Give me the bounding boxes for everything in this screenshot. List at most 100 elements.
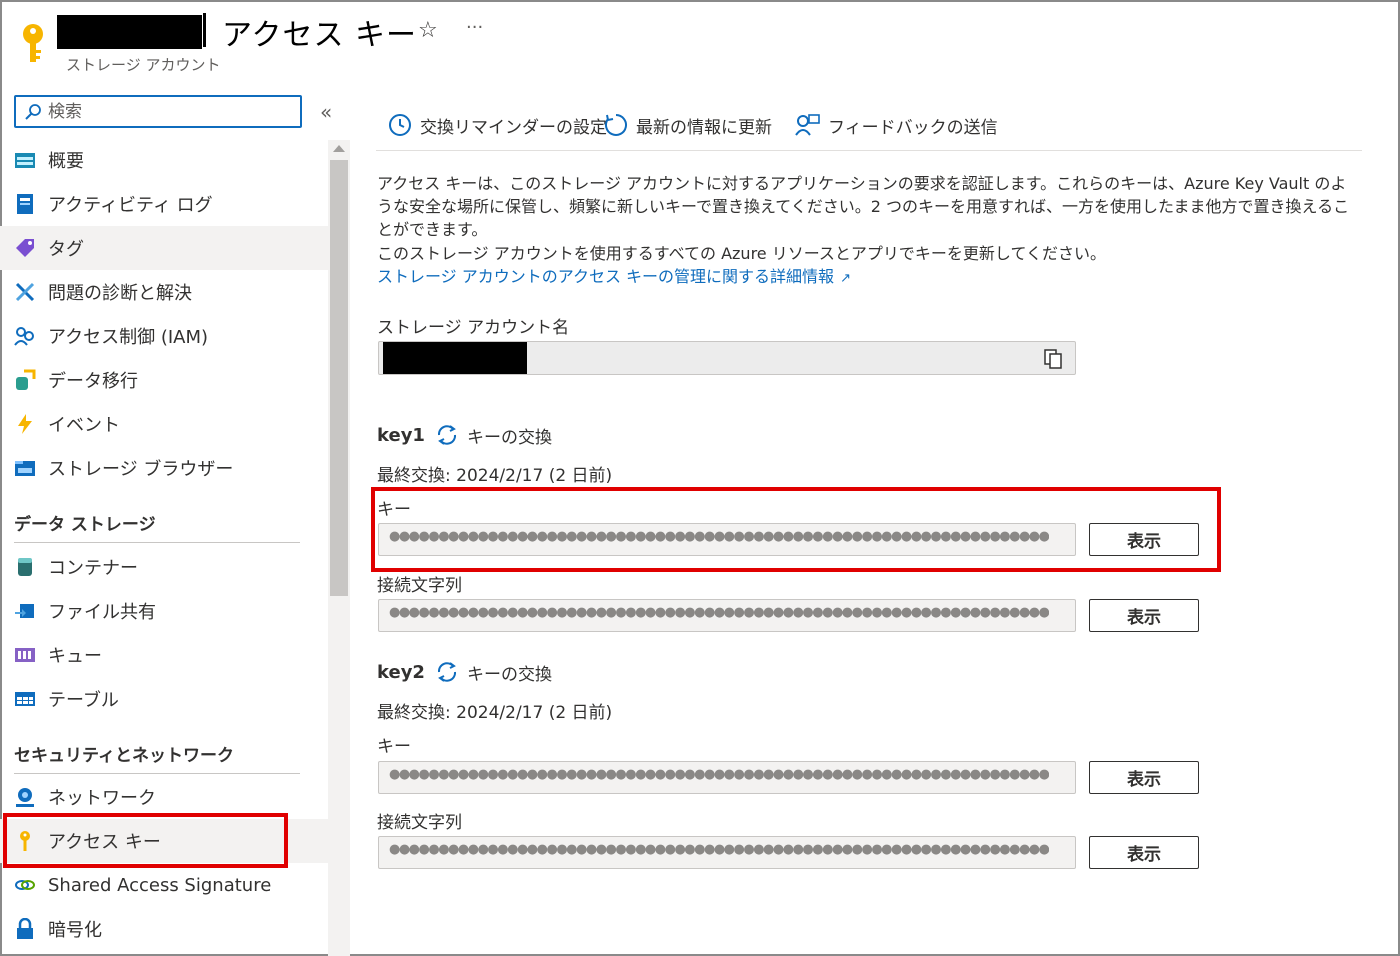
key1-name: key1: [377, 424, 425, 446]
key1-show-connection-button[interactable]: 表示: [1089, 599, 1199, 632]
overview-icon: [15, 153, 35, 168]
sidebar-item-label: Shared Access Signature: [48, 874, 272, 896]
data-migration-icon: [16, 369, 36, 390]
sidebar-item-queues[interactable]: キュー: [0, 633, 328, 677]
section-heading-security: セキュリティとネットワーク: [14, 746, 234, 766]
scroll-up-icon[interactable]: [333, 145, 345, 152]
sidebar-item-label: タグ: [48, 239, 84, 260]
sidebar-item-storage-browser[interactable]: ストレージ ブラウザー: [0, 446, 328, 490]
sidebar-item-label: 概要: [48, 151, 84, 172]
learn-more-link[interactable]: ストレージ アカウントのアクセス キーの管理に関する詳細情報 ↗: [377, 263, 851, 287]
rotate-key-icon[interactable]: [435, 660, 459, 684]
sidebar-scrollbar[interactable]: [328, 140, 350, 956]
key2-key-label: キー: [377, 737, 411, 757]
sidebar-item-tags[interactable]: タグ: [0, 226, 328, 270]
search-input[interactable]: [48, 100, 288, 124]
masked-value: ●●●●●●●●●●●●●●●●●●●●●●●●●●●●●●●●●●●●●●●●…: [389, 842, 1049, 857]
masked-value: ●●●●●●●●●●●●●●●●●●●●●●●●●●●●●●●●●●●●●●●●…: [389, 767, 1049, 782]
redacted-account-name: [57, 15, 202, 49]
rotate-key2-button[interactable]: キーの交換: [467, 660, 552, 685]
clock-icon: [389, 114, 411, 136]
key1-last-rotated: 最終交換: 2024/2/17 (2 日前): [377, 466, 613, 486]
sidebar-item-file-shares[interactable]: ファイル共有: [0, 589, 328, 633]
container-icon: [18, 558, 32, 576]
sidebar-item-iam[interactable]: アクセス制御 (IAM): [0, 314, 328, 358]
key2-name: key2: [377, 661, 425, 683]
account-name-label: ストレージ アカウント名: [377, 318, 570, 338]
lock-icon: [17, 918, 33, 939]
sidebar-item-tables[interactable]: テーブル: [0, 677, 328, 721]
sidebar-item-label: アクセス制御 (IAM): [48, 327, 209, 348]
more-options-icon[interactable]: ···: [466, 17, 483, 38]
queue-icon: [15, 648, 35, 662]
tag-icon: [16, 239, 34, 257]
refresh-icon: [605, 114, 627, 136]
toolbar-label: 最新の情報に更新: [636, 117, 772, 138]
page-title: アクセス キー: [222, 18, 418, 53]
sidebar-item-label: ファイル共有: [48, 602, 156, 623]
toolbar-divider: [376, 150, 1362, 151]
title-separator: [203, 13, 206, 47]
key2-key-field[interactable]: ●●●●●●●●●●●●●●●●●●●●●●●●●●●●●●●●●●●●●●●●…: [378, 761, 1076, 794]
scrollbar-thumb[interactable]: [330, 160, 348, 596]
resource-type-subtitle: ストレージ アカウント: [66, 56, 221, 74]
sidebar-item-label: 問題の診断と解決: [48, 283, 192, 304]
sidebar-item-label: イベント: [48, 415, 120, 436]
rotate-key-icon[interactable]: [435, 423, 459, 447]
table-icon: [15, 692, 35, 706]
sidebar-item-activity-log[interactable]: アクティビティ ログ: [0, 182, 328, 226]
refresh-button[interactable]: 最新の情報に更新: [604, 111, 772, 139]
sidebar-item-events[interactable]: イベント: [0, 402, 328, 446]
rotate-key1-button[interactable]: キーの交換: [467, 423, 552, 448]
sidebar-item-overview[interactable]: 概要: [0, 138, 328, 182]
highlight-box-key1: [371, 487, 1221, 572]
sidebar-item-label: 暗号化: [48, 920, 102, 941]
key2-show-key-button[interactable]: 表示: [1089, 761, 1199, 794]
copy-icon[interactable]: [1043, 348, 1063, 370]
sidebar-item-label: テーブル: [48, 690, 119, 711]
key2-show-connection-button[interactable]: 表示: [1089, 836, 1199, 869]
sidebar-item-containers[interactable]: コンテナー: [0, 545, 328, 589]
feedback-icon: [795, 114, 820, 136]
toolbar-label: フィードバックの送信: [828, 117, 998, 138]
sidebar-item-label: ストレージ ブラウザー: [48, 459, 234, 480]
sidebar-item-label: データ移行: [48, 371, 138, 392]
favorite-star-icon[interactable]: ☆: [418, 18, 438, 43]
sidebar-item-sas[interactable]: Shared Access Signature: [0, 863, 328, 907]
account-name-field[interactable]: [378, 341, 1076, 375]
key-icon: [23, 24, 43, 62]
key1-connection-string-field[interactable]: ●●●●●●●●●●●●●●●●●●●●●●●●●●●●●●●●●●●●●●●●…: [378, 599, 1076, 632]
search-icon: [25, 104, 41, 120]
sidebar-item-label: キュー: [48, 646, 102, 667]
toolbar-label: 交換リマインダーの設定: [420, 117, 607, 138]
external-link-icon: ↗: [840, 271, 851, 286]
sidebar-item-diagnose[interactable]: 問題の診断と解決: [0, 270, 328, 314]
section-divider: [14, 773, 300, 774]
lightning-icon: [18, 414, 32, 434]
file-share-icon: [15, 604, 34, 618]
key2-conn-label: 接続文字列: [377, 813, 462, 833]
key2-connection-string-field[interactable]: ●●●●●●●●●●●●●●●●●●●●●●●●●●●●●●●●●●●●●●●●…: [378, 836, 1076, 869]
feedback-button[interactable]: フィードバックの送信: [794, 111, 998, 139]
collapse-sidebar-icon[interactable]: «: [320, 100, 332, 124]
key1-header: key1 キーの交換: [377, 421, 552, 449]
sidebar-item-label: アクティビティ ログ: [48, 195, 213, 216]
key2-last-rotated: 最終交換: 2024/2/17 (2 日前): [377, 703, 613, 723]
sidebar-item-label: ネットワーク: [48, 788, 156, 809]
storage-browser-icon: [15, 461, 35, 476]
set-rotation-reminder-button[interactable]: 交換リマインダーの設定: [388, 111, 607, 139]
update-notice-text: このストレージ アカウントを使用するすべての Azure リソースとアプリでキー…: [377, 244, 1106, 263]
network-icon: [16, 788, 34, 807]
people-icon: [14, 327, 34, 346]
sidebar-search[interactable]: [14, 95, 302, 128]
activity-log-icon: [17, 194, 33, 214]
key1-conn-label: 接続文字列: [377, 576, 462, 596]
sidebar-item-label: コンテナー: [48, 558, 138, 579]
wrench-icon: [15, 282, 35, 302]
section-heading-data-storage: データ ストレージ: [14, 515, 156, 535]
learn-more-label: ストレージ アカウントのアクセス キーの管理に関する詳細情報: [377, 267, 835, 286]
highlight-box-access-keys: [3, 813, 288, 868]
sidebar-item-encryption[interactable]: 暗号化: [0, 907, 328, 951]
sidebar-item-data-migration[interactable]: データ移行: [0, 358, 328, 402]
description-text: アクセス キーは、このストレージ アカウントに対するアプリケーションの要求を認証…: [377, 174, 1350, 239]
